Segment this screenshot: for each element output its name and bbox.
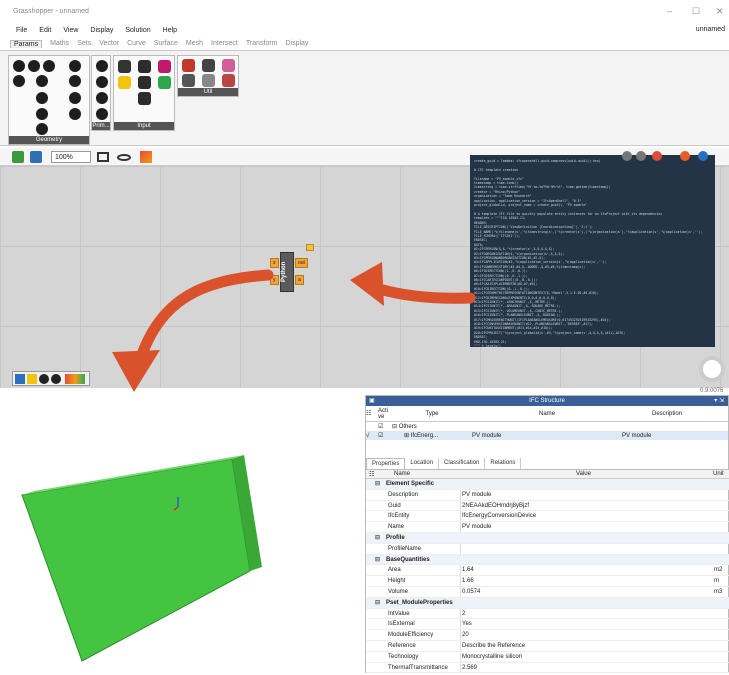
property-row[interactable]: Name PV module bbox=[366, 522, 729, 533]
property-value[interactable]: PV module bbox=[462, 524, 491, 530]
property-name: IntValue bbox=[388, 610, 410, 617]
tab-classification[interactable]: Classification bbox=[439, 458, 486, 469]
property-group-row[interactable]: ⊟ Element Specific bbox=[366, 479, 729, 490]
pv-panel-front bbox=[21, 458, 251, 662]
column-active[interactable]: Acti ve bbox=[378, 408, 392, 420]
property-value[interactable]: 2.569 bbox=[462, 665, 477, 671]
tab-location[interactable]: Location bbox=[405, 458, 440, 469]
pv-module-model bbox=[21, 455, 262, 662]
3d-viewport[interactable] bbox=[0, 393, 365, 673]
column-name[interactable]: Name bbox=[472, 411, 622, 417]
active-checkbox[interactable]: ☑ bbox=[378, 432, 392, 439]
property-group-name: Element Specific bbox=[386, 481, 435, 487]
panel-options-icon[interactable]: ▾ ⇲ bbox=[714, 396, 724, 406]
property-value[interactable]: Yes bbox=[462, 621, 472, 627]
property-grid-header: ☷ Name Value Unit bbox=[366, 470, 729, 479]
row-name: PV module bbox=[472, 432, 502, 439]
property-name: ThermalTransmittance bbox=[388, 664, 448, 671]
property-tabs: Properties Location Classification Relat… bbox=[366, 458, 729, 470]
property-name: Guid bbox=[388, 502, 401, 509]
property-value[interactable]: IfcEnergyConversionDevice bbox=[462, 513, 536, 519]
property-name: Reference bbox=[388, 642, 416, 649]
ifc-panel-title: IFC Structure bbox=[529, 398, 565, 404]
property-value[interactable]: 2 bbox=[462, 611, 465, 617]
expand-toggle-icon[interactable]: ⊞ bbox=[404, 433, 411, 439]
ifc-panel-header: IFC Structure ▣ ▾ ⇲ bbox=[366, 396, 728, 406]
property-group-name: Profile bbox=[386, 534, 405, 541]
property-row[interactable]: ThermalTransmittance 2.569 bbox=[366, 662, 729, 674]
property-value[interactable]: 20 bbox=[462, 632, 469, 638]
property-row[interactable]: Reference Describe the Reference bbox=[366, 640, 729, 652]
expand-toggle-icon[interactable]: ⊟ bbox=[392, 424, 399, 430]
property-name: Description bbox=[388, 491, 419, 498]
ifc-table-header: ☷ Acti ve Type Name Description bbox=[366, 406, 728, 422]
arrow-component-to-model bbox=[134, 269, 274, 366]
property-row[interactable]: Volume 0.0574 m3 bbox=[366, 586, 729, 598]
table-row-pv-module[interactable]: √ ☑ ⊞ IfcEnerg... PV module PV module bbox=[366, 431, 728, 440]
property-row[interactable]: IntValue 2 bbox=[366, 608, 729, 620]
property-value[interactable]: Describe the Reference bbox=[462, 643, 525, 649]
property-grid: ⊟ Element Specific Description PV module Gui… bbox=[366, 479, 729, 674]
property-name: ModuleEfficiency bbox=[388, 632, 434, 639]
property-name: Area bbox=[388, 567, 401, 574]
group-collapse-icon[interactable]: ⊟ bbox=[375, 534, 380, 541]
active-checkbox[interactable]: ☑ bbox=[378, 423, 392, 430]
property-name: IfcEntity bbox=[388, 513, 410, 520]
arrowhead-left bbox=[350, 262, 384, 306]
property-name: ProfileName bbox=[388, 545, 422, 552]
property-value[interactable]: 1.64 bbox=[462, 567, 474, 573]
property-row[interactable]: Height 1.66 m bbox=[366, 576, 729, 587]
column-description[interactable]: Description bbox=[622, 411, 712, 417]
property-row[interactable]: ModuleEfficiency 20 bbox=[366, 630, 729, 641]
column-type[interactable]: Type bbox=[392, 411, 472, 417]
arrow-code-to-component bbox=[364, 280, 476, 304]
table-row-others[interactable]: ☑ ⊟ Others bbox=[366, 422, 728, 431]
property-name: Technology bbox=[388, 653, 419, 660]
property-group-name: BaseQuantities bbox=[386, 556, 430, 563]
arrowhead-down bbox=[112, 350, 160, 392]
property-unit: m2 bbox=[714, 567, 723, 574]
grid-column-value[interactable]: Value bbox=[576, 471, 591, 477]
property-value[interactable]: PV module bbox=[462, 492, 491, 498]
row-check-icon: √ bbox=[366, 432, 370, 439]
property-row[interactable]: ProfileName bbox=[366, 543, 729, 555]
grid-column-unit[interactable]: Unit bbox=[713, 471, 724, 477]
property-group-row[interactable]: ⊟ Profile bbox=[366, 532, 729, 544]
group-collapse-icon[interactable]: ⊟ bbox=[375, 556, 380, 563]
property-group-row[interactable]: ⊟ Pset_ModuleProperties bbox=[366, 597, 729, 609]
tab-relations[interactable]: Relations bbox=[485, 458, 522, 469]
panel-pin-icon[interactable]: ▣ bbox=[369, 396, 375, 406]
property-row[interactable]: Technology Monocrystalline silicon bbox=[366, 651, 729, 663]
property-name: Name bbox=[388, 524, 405, 531]
property-row[interactable]: IsExternal Yes bbox=[366, 619, 729, 631]
column-icon: ☷ bbox=[366, 411, 372, 417]
property-row[interactable]: Guid 2NEAAkdEOHmdrj8yBjzf bbox=[366, 500, 729, 512]
property-unit: m bbox=[714, 578, 719, 585]
grid-column-name[interactable]: Name bbox=[394, 471, 410, 477]
tab-properties[interactable]: Properties bbox=[366, 458, 406, 469]
property-name: IsExternal bbox=[388, 621, 415, 628]
property-unit: m3 bbox=[714, 588, 723, 595]
property-value[interactable]: 2NEAAkdEOHmdrj8yBjzf bbox=[462, 503, 529, 509]
property-value[interactable]: 0.0574 bbox=[462, 589, 480, 595]
row-description: PV module bbox=[622, 432, 652, 439]
group-collapse-icon[interactable]: ⊟ bbox=[375, 599, 380, 606]
property-value[interactable]: Monocrystalline silicon bbox=[462, 654, 522, 660]
property-group-name: Pset_ModuleProperties bbox=[386, 599, 453, 606]
property-value[interactable]: 1.66 bbox=[462, 578, 474, 584]
property-row[interactable]: IfcEntity IfcEnergyConversionDevice bbox=[366, 511, 729, 523]
row-type: ⊟ Others bbox=[392, 424, 417, 430]
property-group-row[interactable]: ⊟ BaseQuantities bbox=[366, 554, 729, 566]
property-row[interactable]: Area 1.64 m2 bbox=[366, 565, 729, 577]
property-name: Volume bbox=[388, 588, 409, 595]
row-type: ⊞ IfcEnerg... bbox=[404, 433, 439, 439]
group-collapse-icon[interactable]: ⊟ bbox=[375, 480, 380, 487]
property-name: Height bbox=[388, 578, 406, 585]
grid-sort-icon[interactable]: ☷ bbox=[369, 471, 374, 478]
property-row[interactable]: Description PV module bbox=[366, 489, 729, 501]
ifc-structure-panel: IFC Structure ▣ ▾ ⇲ ☷ Acti ve Type Name … bbox=[365, 395, 729, 674]
